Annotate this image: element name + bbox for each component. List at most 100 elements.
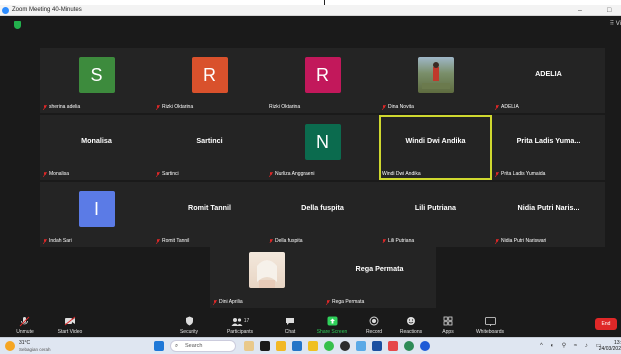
- security-button[interactable]: Security: [176, 315, 202, 337]
- participant-name-label: Windi Dwi Andika: [382, 171, 421, 178]
- participant-name-label: Indah Sari: [43, 238, 72, 245]
- participant-tile[interactable]: Lili Putriana Lili Putriana: [379, 182, 492, 247]
- participant-name-label: Nidia Putri Nariswari: [495, 238, 546, 245]
- unmute-button[interactable]: Unmute: [10, 315, 40, 337]
- windows-start-icon[interactable]: [154, 341, 164, 351]
- muted-mic-icon: [495, 172, 499, 177]
- participant-avatar: S: [78, 56, 115, 93]
- participant-name: Sartinci: [162, 171, 179, 177]
- view-button[interactable]: ⠿ Vi: [610, 20, 621, 27]
- chrome-icon[interactable]: [404, 341, 414, 351]
- participants-icon: 17: [222, 315, 258, 327]
- folder-icon[interactable]: [308, 341, 318, 351]
- share-screen-button[interactable]: Share Screen: [314, 315, 350, 337]
- widgets-icon[interactable]: [244, 341, 254, 351]
- participant-tile[interactable]: Sartinci Sartinci: [153, 115, 266, 180]
- participant-tile[interactable]: Della fuspita Della fuspita: [266, 182, 379, 247]
- participant-name: Rizki Oktarina: [269, 104, 301, 110]
- whiteboards-label: Whiteboards: [475, 329, 505, 335]
- participant-photo: [248, 251, 285, 288]
- zoom-logo-icon: [2, 7, 9, 14]
- security-label: Security: [179, 329, 199, 335]
- participant-tile[interactable]: Windi Dwi Andika Windi Dwi Andika: [379, 115, 492, 180]
- maximize-button[interactable]: □: [607, 5, 611, 16]
- reactions-icon: [396, 315, 426, 327]
- app-icon-2[interactable]: [356, 341, 366, 351]
- participant-tile[interactable]: ADELIA ADELIA: [492, 48, 605, 113]
- app-icon[interactable]: [340, 341, 350, 351]
- participant-tile[interactable]: Nidia Putri Naris... Nidia Putri Nariswar…: [492, 182, 605, 247]
- participant-name: Prita Ladis Yumaida: [501, 171, 546, 177]
- whatsapp-icon[interactable]: [324, 341, 334, 351]
- reactions-label: Reactions: [399, 329, 423, 335]
- participant-name: sherina adelia: [49, 104, 81, 110]
- muted-mic-icon: [43, 105, 47, 110]
- participant-tile[interactable]: Monalisa Monalisa: [40, 115, 153, 180]
- task-view-icon[interactable]: [260, 341, 270, 351]
- apps-icon: [438, 315, 458, 327]
- participant-display-name: Della fuspita: [301, 202, 344, 212]
- security-shield-icon[interactable]: [14, 21, 21, 29]
- participant-tile[interactable]: Romit Tannil Romit Tannil: [153, 182, 266, 247]
- record-button[interactable]: Record: [362, 315, 386, 337]
- participant-name-label: Nurliza Anggraeni: [269, 171, 314, 178]
- apps-button[interactable]: Apps: [438, 315, 458, 337]
- participant-name-label: Romit Tannil: [156, 238, 189, 245]
- muted-mic-icon: [43, 239, 47, 244]
- taskbar-search[interactable]: ⌕ Search: [170, 340, 236, 352]
- participant-display-name: Monalisa: [81, 135, 112, 145]
- start-video-button[interactable]: Start Video: [52, 315, 88, 337]
- apps-label: Apps: [442, 329, 454, 335]
- participant-display-name: ADELIA: [535, 68, 562, 78]
- participant-tile[interactable]: Ssherina adelia: [40, 48, 153, 113]
- file-explorer-icon[interactable]: [276, 341, 286, 351]
- security-icon: [176, 315, 202, 327]
- participant-name: Monalisa: [49, 171, 70, 177]
- participant-tile[interactable]: Rega Permata Rega Permata: [323, 243, 436, 308]
- participant-name: Nidia Putri Nariswari: [501, 238, 547, 244]
- participants-count: 17: [243, 318, 250, 324]
- end-meeting-button[interactable]: End: [595, 318, 617, 330]
- participant-tile[interactable]: R Rizki Oktarina: [266, 48, 379, 113]
- participant-avatar: R: [191, 56, 228, 93]
- unmute-label: Unmute: [16, 329, 34, 335]
- search-placeholder: Search: [185, 343, 203, 349]
- participants-button[interactable]: 17 Participants: [222, 315, 258, 337]
- participant-name-label: Prita Ladis Yumaida: [495, 171, 545, 178]
- participant-name-label: Rega Permata: [326, 299, 364, 306]
- participant-tile[interactable]: Dini Aprilia: [210, 243, 323, 308]
- participant-tile[interactable]: Dina Novita: [379, 48, 492, 113]
- dropbox-icon[interactable]: [372, 341, 382, 351]
- participant-name: Romit Tannil: [162, 238, 190, 244]
- reactions-button[interactable]: Reactions: [396, 315, 426, 337]
- participant-name-label: sherina adelia: [43, 104, 80, 111]
- record-icon: [362, 315, 386, 327]
- participant-display-name: Sartinci: [196, 135, 223, 145]
- muted-mic-icon: [495, 105, 499, 110]
- muted-mic-icon: [269, 172, 273, 177]
- weather-desc: Sebagian cerah: [19, 347, 51, 352]
- share-screen-icon: [314, 315, 350, 327]
- participant-tile[interactable]: I Indah Sari: [40, 182, 153, 247]
- participant-display-name: Prita Ladis Yuma...: [516, 135, 581, 145]
- participant-tile[interactable]: N Nurliza Anggraeni: [266, 115, 379, 180]
- participant-photo: [417, 56, 454, 93]
- taskbar-clock[interactable]: 13: 24/03/202: [599, 340, 621, 352]
- whiteboards-button[interactable]: Whiteboards: [470, 315, 510, 337]
- chat-button[interactable]: Chat: [280, 315, 300, 337]
- participant-name: ADELIA: [501, 104, 519, 110]
- window-title: Zoom Meeting 40-Minutes: [12, 7, 82, 13]
- participant-display-name: Nidia Putri Naris...: [517, 202, 580, 212]
- participant-name-label: Dina Novita: [382, 104, 414, 111]
- zoom-app-icon[interactable]: [292, 341, 302, 351]
- system-tray-icons[interactable]: ^ ◐ ⚲ ≈ ♪ ▭: [540, 342, 604, 349]
- participant-tile[interactable]: Prita Ladis Yuma... Prita Ladis Yumaida: [492, 115, 605, 180]
- app-icon-3[interactable]: [388, 341, 398, 351]
- participant-name-label: Rizki Oktarina: [269, 104, 300, 111]
- muted-mic-icon: [43, 172, 47, 177]
- record-label: Record: [365, 329, 383, 335]
- edge-icon[interactable]: [420, 341, 430, 351]
- muted-mic-icon: [326, 300, 330, 305]
- minimize-button[interactable]: –: [578, 5, 582, 16]
- participant-tile[interactable]: R Rizki Oktarina: [153, 48, 266, 113]
